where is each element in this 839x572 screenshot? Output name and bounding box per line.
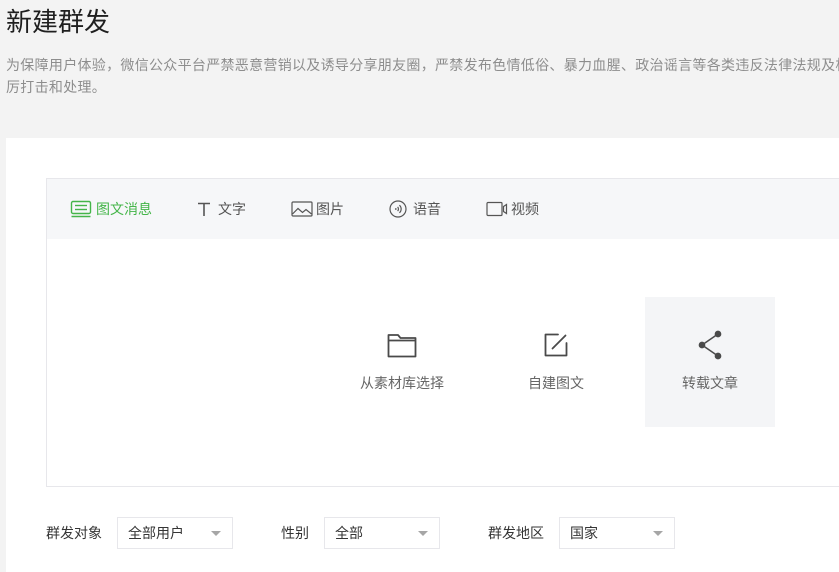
image-icon bbox=[291, 200, 313, 218]
folder-icon bbox=[387, 331, 417, 359]
option-label: 转载文章 bbox=[682, 375, 738, 391]
option-select-from-library[interactable]: 从素材库选择 bbox=[337, 297, 467, 427]
video-icon bbox=[486, 201, 508, 217]
region-select-value: 国家 bbox=[570, 525, 598, 541]
option-repost-article[interactable]: 转载文章 bbox=[645, 297, 775, 427]
chevron-down-icon bbox=[418, 530, 428, 536]
target-select[interactable]: 全部用户 bbox=[117, 517, 233, 549]
option-create-article[interactable]: 自建图文 bbox=[491, 297, 621, 427]
policy-notice-line: 为保障用户体验，微信公众平台严禁恶意营销以及诱导分享朋友圈，严禁发布色情低俗、暴… bbox=[6, 57, 839, 73]
gender-select[interactable]: 全部 bbox=[324, 517, 440, 549]
tab-label: 视频 bbox=[511, 201, 539, 217]
gender-label: 性别 bbox=[281, 525, 309, 541]
edit-icon bbox=[543, 331, 569, 359]
policy-notice: 为保障用户体验，微信公众平台严禁恶意营销以及诱导分享朋友圈，严禁发布色情低俗、暴… bbox=[6, 54, 839, 98]
gender-select-value: 全部 bbox=[335, 525, 363, 541]
tab-news[interactable]: 图文消息 bbox=[70, 199, 152, 219]
mass-message-card: 图文消息 文字 图片 语音 视频 从素材库选择 自建图文 转载文章 群发对象 全… bbox=[6, 138, 839, 572]
tab-text[interactable]: 文字 bbox=[197, 199, 246, 219]
tab-image[interactable]: 图片 bbox=[291, 199, 344, 219]
text-icon bbox=[197, 201, 211, 217]
target-select-value: 全部用户 bbox=[128, 525, 184, 541]
page-title: 新建群发 bbox=[6, 7, 111, 37]
option-label: 从素材库选择 bbox=[360, 375, 444, 391]
tab-label: 图片 bbox=[316, 201, 344, 217]
tab-video[interactable]: 视频 bbox=[486, 199, 539, 219]
region-label: 群发地区 bbox=[488, 525, 544, 541]
chevron-down-icon bbox=[211, 530, 221, 536]
chevron-down-icon bbox=[653, 530, 663, 536]
share-icon bbox=[697, 330, 723, 360]
tab-label: 文字 bbox=[218, 201, 246, 217]
target-label: 群发对象 bbox=[46, 525, 102, 541]
send-filters: 群发对象 全部用户 性别 全部 群发地区 国家 bbox=[46, 517, 675, 549]
news-icon bbox=[70, 200, 92, 218]
tab-voice[interactable]: 语音 bbox=[389, 199, 441, 219]
voice-icon bbox=[389, 200, 407, 218]
tab-label: 图文消息 bbox=[96, 201, 152, 217]
news-create-options: 从素材库选择 自建图文 转载文章 bbox=[47, 239, 839, 486]
policy-notice-line: 厉打击和处理。 bbox=[6, 79, 107, 95]
region-select[interactable]: 国家 bbox=[559, 517, 675, 549]
option-label: 自建图文 bbox=[528, 375, 584, 391]
tab-label: 语音 bbox=[413, 201, 441, 217]
message-editor: 图文消息 文字 图片 语音 视频 从素材库选择 自建图文 转载文章 bbox=[46, 178, 839, 487]
message-type-tabbar: 图文消息 文字 图片 语音 视频 bbox=[47, 179, 839, 239]
